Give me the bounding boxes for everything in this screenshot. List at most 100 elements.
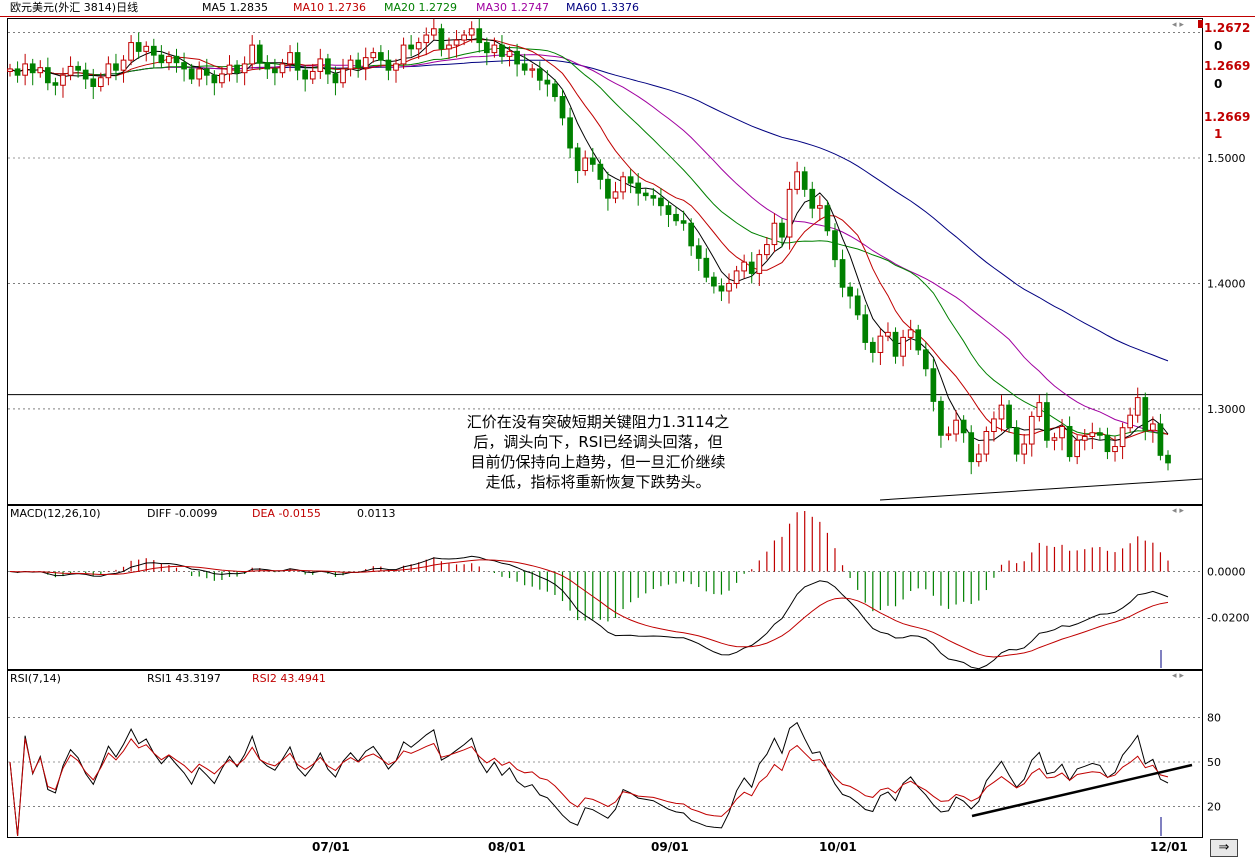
candle-down xyxy=(158,54,165,64)
candle-down xyxy=(150,45,157,56)
rsi1-line xyxy=(9,721,1169,837)
price-y-tick: 1.4000 xyxy=(1207,277,1246,290)
scroll-right-arrow-icon[interactable]: ⇒ xyxy=(1210,839,1238,857)
candle-down xyxy=(52,82,59,86)
candle-up xyxy=(506,50,513,57)
candle-up xyxy=(226,64,233,75)
candle-up xyxy=(430,28,437,36)
candle-down xyxy=(256,44,263,64)
candle-up xyxy=(771,222,778,246)
x-tick-label: 07/01 xyxy=(312,840,350,854)
macd-y-tick: -0.0200 xyxy=(1207,611,1249,624)
candle-down xyxy=(892,331,899,357)
candle-down xyxy=(499,44,505,57)
rsi-y-tick: 80 xyxy=(1207,712,1221,725)
candle-down xyxy=(325,58,331,75)
candle-up xyxy=(491,44,498,54)
candle-up xyxy=(143,45,150,52)
macd-chart: 0.0000 -0.0200 xyxy=(8,511,1249,670)
candle-down xyxy=(476,28,483,44)
candle-down xyxy=(234,64,240,74)
candle-down xyxy=(665,205,672,215)
rsi-y-tick: 20 xyxy=(1207,800,1221,813)
x-tick-label: 09/01 xyxy=(651,840,689,854)
candle-down xyxy=(680,220,687,224)
rsi-trendline xyxy=(971,763,1193,818)
candle-down xyxy=(536,68,543,81)
candle-down xyxy=(938,400,944,436)
candle-up xyxy=(975,453,982,463)
macd-y-tick: 0.0000 xyxy=(1207,566,1246,579)
candle-up xyxy=(1089,432,1096,438)
candle-down xyxy=(521,63,528,71)
candle-up xyxy=(453,39,460,46)
candle-up xyxy=(166,55,172,64)
annotation-line-2: 后，调头向下，RSI已经调头回落，但 xyxy=(473,433,723,451)
candle-up xyxy=(105,63,112,79)
candle-down xyxy=(1104,434,1111,453)
candle-down xyxy=(90,78,97,87)
candle-up xyxy=(726,282,732,292)
candle-down xyxy=(824,205,831,232)
candle-up xyxy=(468,28,475,36)
candle-down xyxy=(113,63,119,71)
candle-down xyxy=(385,59,392,71)
candle-down xyxy=(718,285,725,292)
candle-down xyxy=(809,188,816,209)
candle-down xyxy=(597,163,604,180)
candle-down xyxy=(703,257,710,278)
candle-down xyxy=(181,62,187,70)
candle-up xyxy=(415,42,422,50)
annotation-line-3: 目前仍保持向上趋势，但一旦汇价继续 xyxy=(470,453,726,471)
candle-up xyxy=(945,433,952,436)
candle-down xyxy=(483,42,490,54)
candle-down xyxy=(915,329,922,351)
candle-up xyxy=(1134,397,1141,416)
ma20-line xyxy=(9,46,1169,437)
candle-down xyxy=(642,192,649,197)
candle-down xyxy=(1157,423,1164,456)
candle-up xyxy=(998,404,1005,420)
macd-value: 0.0113 xyxy=(357,507,396,520)
candle-up xyxy=(7,68,13,72)
candle-down xyxy=(1066,425,1073,458)
rsi-name: RSI(7,14) xyxy=(10,672,61,685)
candle-up xyxy=(983,430,990,455)
candle-up xyxy=(446,44,452,50)
candle-up xyxy=(877,335,884,353)
candle-up xyxy=(461,34,467,41)
candle-down xyxy=(673,213,679,222)
candle-up xyxy=(347,59,354,70)
candle-up xyxy=(241,63,248,74)
candle-down xyxy=(922,349,929,370)
candle-up xyxy=(128,42,134,61)
candle-up xyxy=(340,68,346,84)
candle-down xyxy=(44,67,51,84)
candle-down xyxy=(332,73,339,84)
candle-up xyxy=(900,336,906,357)
x-tick-label: 12/01 xyxy=(1150,840,1188,854)
candle-down xyxy=(544,79,551,85)
candle-down xyxy=(854,295,861,316)
candle-down xyxy=(968,432,975,463)
candle-down xyxy=(567,117,573,149)
candle-up xyxy=(219,73,225,84)
candle-down xyxy=(589,157,596,165)
candle-down xyxy=(272,68,278,74)
candle-up xyxy=(620,176,626,193)
candle-up xyxy=(529,68,536,71)
candle-down xyxy=(264,62,271,70)
candle-up xyxy=(22,63,28,76)
candle-down xyxy=(862,314,869,343)
candle-down xyxy=(514,50,520,65)
annotation-line-1: 汇价在没有突破短期关键阻力1.3114之 xyxy=(466,413,730,431)
candle-down xyxy=(605,178,611,199)
candle-up xyxy=(317,58,324,72)
candle-up xyxy=(907,329,914,338)
candle-down xyxy=(188,68,195,80)
candle-up xyxy=(733,270,740,284)
macd-name: MACD(12,26,10) xyxy=(10,507,101,520)
candle-up xyxy=(37,67,44,74)
candle-up xyxy=(1036,402,1043,417)
candle-down xyxy=(378,52,384,61)
